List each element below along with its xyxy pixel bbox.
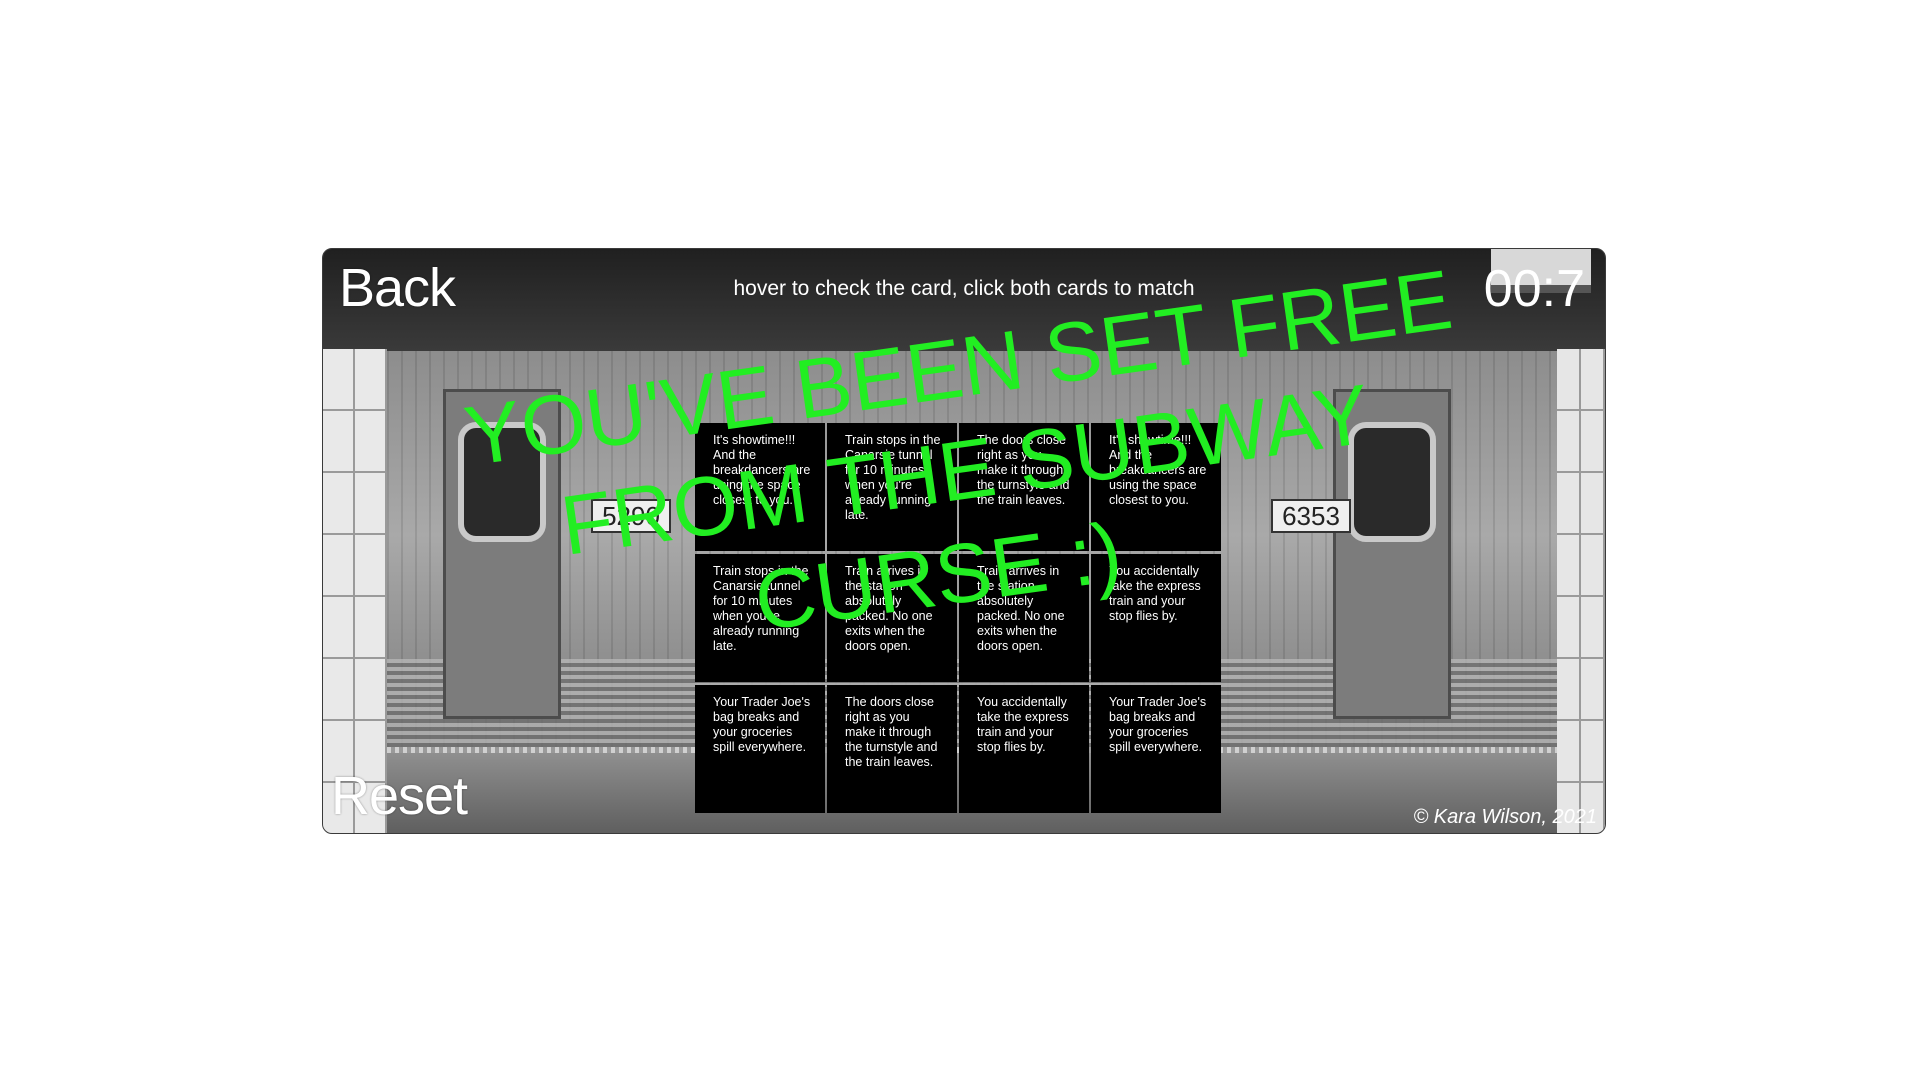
card[interactable]: Train arrives in the station absolutely …: [959, 554, 1089, 682]
train-door-right: [1333, 389, 1451, 719]
car-number-left: 5290: [591, 499, 671, 533]
game-frame: 5290 6353 Back hover to check the card, …: [322, 248, 1606, 834]
tiled-wall-left: [323, 349, 387, 833]
card[interactable]: It's showtime!!! And the breakdancers ar…: [695, 423, 825, 551]
car-number-right: 6353: [1271, 499, 1351, 533]
card[interactable]: The doors close right as you make it thr…: [827, 685, 957, 813]
card[interactable]: You accidentally take the express train …: [959, 685, 1089, 813]
card-grid: It's showtime!!! And the breakdancers ar…: [695, 423, 1225, 813]
card[interactable]: Train stops in the Canarsie tunnel for 1…: [827, 423, 957, 551]
copyright-text: © Kara Wilson, 2021: [1413, 806, 1597, 828]
tiled-wall-right: [1557, 349, 1605, 833]
instructions-text: hover to check the card, click both card…: [733, 277, 1195, 300]
card[interactable]: It's showtime!!! And the breakdancers ar…: [1091, 423, 1221, 551]
card[interactable]: Your Trader Joe's bag breaks and your gr…: [695, 685, 825, 813]
timer: 00:7: [1483, 260, 1585, 318]
reset-button[interactable]: Reset: [331, 765, 468, 827]
card[interactable]: You accidentally take the express train …: [1091, 554, 1221, 682]
card[interactable]: The doors close right as you make it thr…: [959, 423, 1089, 551]
card[interactable]: Train arrives in the station absolutely …: [827, 554, 957, 682]
card[interactable]: Your Trader Joe's bag breaks and your gr…: [1091, 685, 1221, 813]
card[interactable]: Train stops in the Canarsie tunnel for 1…: [695, 554, 825, 682]
train-door-left: [443, 389, 561, 719]
ceiling: [323, 249, 1605, 359]
